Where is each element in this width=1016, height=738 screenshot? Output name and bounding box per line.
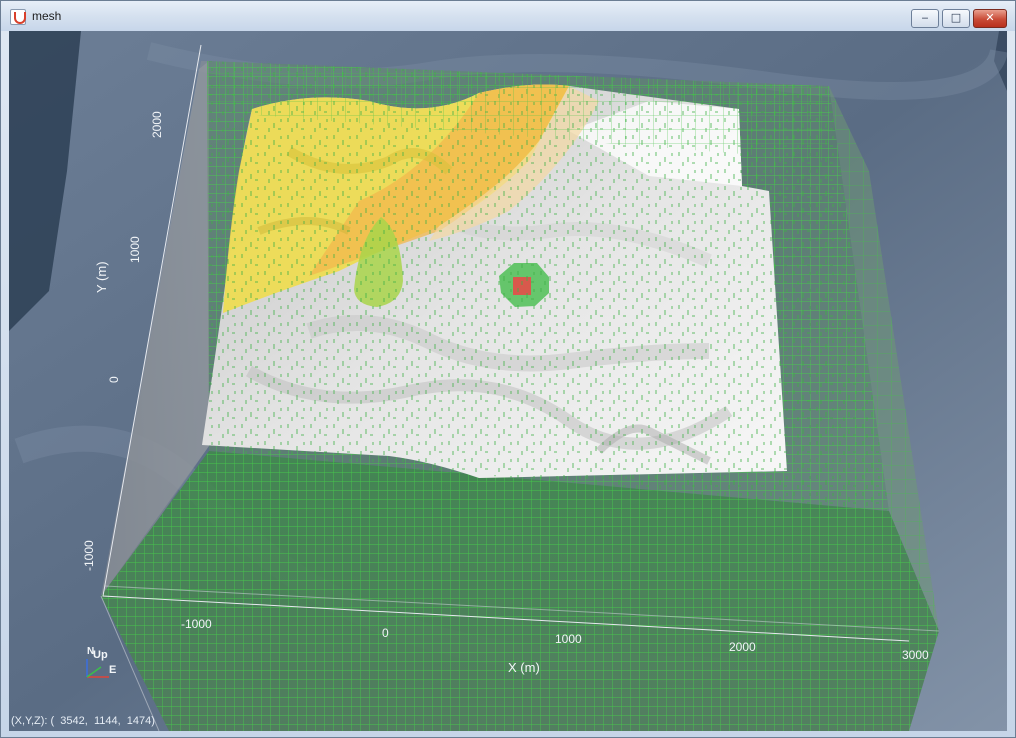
up-label: Up — [93, 649, 108, 661]
coordinate-readout: (X,Y,Z): ( 3542, 1144, 1474) — [11, 715, 155, 727]
x-tick: 3000 — [902, 648, 929, 662]
y-axis-title: Y (m) — [94, 261, 109, 293]
y-tick: 0 — [107, 376, 121, 383]
minimize-button[interactable]: ‒ — [911, 9, 939, 28]
app-window: mesh ‒ □ ✕ -1000 0 1000 2000 Y (m) -1000… — [0, 0, 1016, 738]
close-button[interactable]: ✕ — [973, 9, 1007, 28]
x-tick: 1000 — [555, 632, 582, 646]
y-tick: 1000 — [128, 236, 142, 263]
x-tick: 2000 — [729, 640, 756, 654]
mesh-scene: -1000 0 1000 2000 Y (m) -1000 0 1000 200… — [9, 31, 1007, 731]
y-tick: 2000 — [150, 111, 164, 138]
x-axis-title: X (m) — [508, 660, 540, 675]
x-tick: 0 — [382, 626, 389, 640]
x-tick: -1000 — [181, 617, 212, 631]
east-label: E — [109, 664, 116, 676]
north-label: N — [87, 646, 94, 657]
title-bar[interactable]: mesh ‒ □ ✕ — [1, 1, 1015, 31]
maximize-button[interactable]: □ — [942, 9, 970, 28]
window-title: mesh — [32, 9, 62, 23]
y-tick: -1000 — [82, 540, 96, 571]
3d-viewport[interactable]: -1000 0 1000 2000 Y (m) -1000 0 1000 200… — [9, 31, 1007, 731]
java-app-icon — [10, 9, 26, 25]
